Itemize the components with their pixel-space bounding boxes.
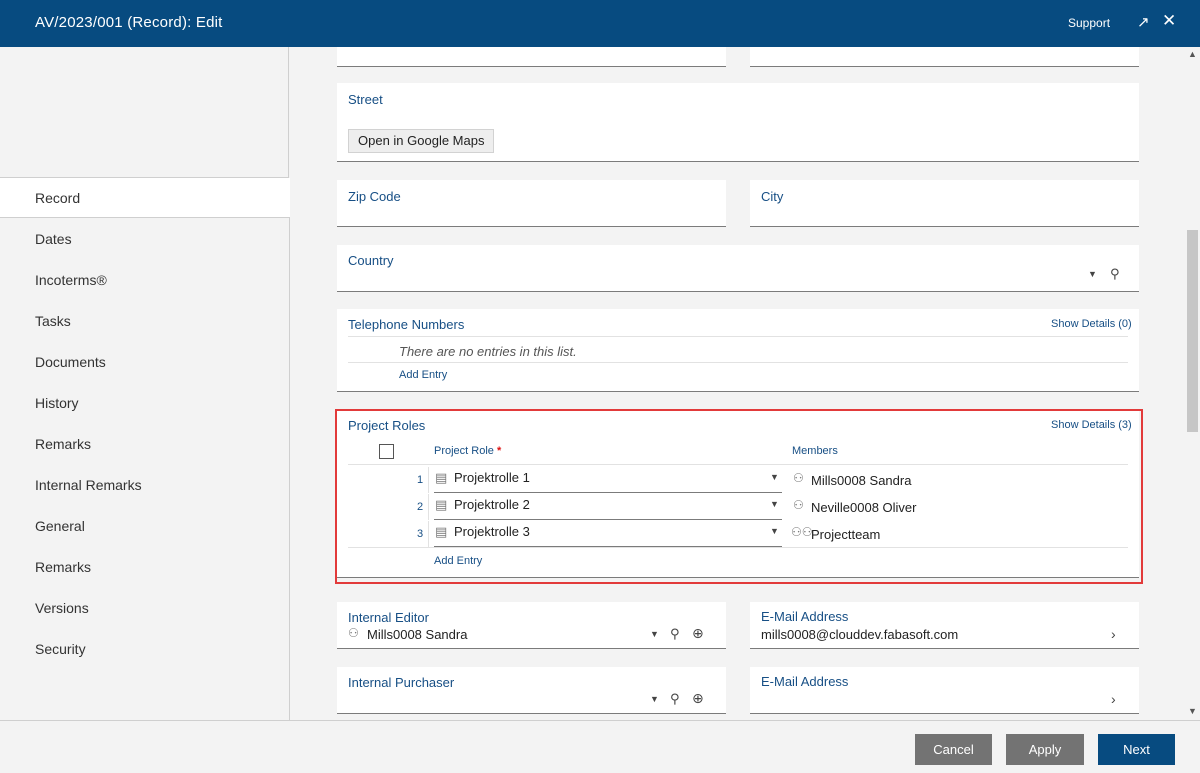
scrollbar[interactable]: ▲ ▼ (1185, 47, 1200, 720)
cancel-button[interactable]: Cancel (915, 734, 992, 765)
internal-editor-value[interactable]: Mills0008 Sandra (367, 627, 467, 642)
editor-email-label: E-Mail Address (761, 609, 849, 624)
purchaser-email-field[interactable]: E-Mail Address › (750, 667, 1139, 714)
close-icon[interactable]: ✕ (1162, 11, 1176, 31)
support-link[interactable]: Support (1068, 16, 1110, 30)
next-button[interactable]: Next (1098, 734, 1175, 765)
editor-email-value[interactable]: mills0008@clouddev.fabasoft.com (761, 627, 958, 642)
telephone-add-entry-link[interactable]: Add Entry (399, 369, 447, 381)
sidebar-top-panel (0, 47, 289, 178)
city-label: City (761, 189, 784, 204)
add-icon[interactable]: ⊕ (692, 625, 704, 642)
chevron-right-icon[interactable]: › (1111, 691, 1116, 707)
open-google-maps-button[interactable]: Open in Google Maps (348, 129, 495, 153)
city-field[interactable]: City (750, 180, 1139, 227)
internal-purchaser-label: Internal Purchaser (348, 675, 455, 690)
telephone-show-details-link[interactable]: Show Details (0) (1051, 318, 1132, 330)
zip-code-field[interactable]: Zip Code (337, 180, 726, 227)
purchaser-email-label: E-Mail Address (761, 674, 849, 689)
sidebar-item-remarks-2[interactable]: Remarks (35, 559, 91, 575)
internal-editor-label: Internal Editor (348, 610, 429, 625)
street-label: Street (348, 92, 383, 107)
telephone-numbers-label: Telephone Numbers (348, 317, 465, 332)
sidebar-item-tasks[interactable]: Tasks (35, 313, 71, 329)
add-icon[interactable]: ⊕ (692, 690, 704, 707)
editor-email-field[interactable]: E-Mail Address mills0008@clouddev.fabaso… (750, 602, 1139, 649)
search-icon[interactable]: ⚲ (670, 626, 680, 642)
scrollbar-thumb[interactable] (1187, 230, 1198, 432)
sidebar-item-internal-remarks[interactable]: Internal Remarks (35, 477, 142, 493)
country-label: Country (348, 253, 394, 268)
person-icon: ⚇ (348, 626, 359, 640)
sidebar-item-dates[interactable]: Dates (35, 231, 72, 247)
sidebar-item-security[interactable]: Security (35, 641, 86, 657)
country-field[interactable]: Country ▼ ⚲ (337, 245, 1139, 292)
zip-code-label: Zip Code (348, 189, 401, 204)
sidebar-item-general[interactable]: General (35, 518, 85, 534)
sidebar-item-incoterms[interactable]: Incoterms® (35, 272, 107, 288)
apply-button[interactable]: Apply (1006, 734, 1084, 765)
street-field: Street Open in Google Maps (337, 83, 1139, 162)
sidebar-item-history[interactable]: History (35, 395, 79, 411)
internal-editor-field[interactable]: Internal Editor ⚇ Mills0008 Sandra ▼ ⚲ ⊕ (337, 602, 726, 649)
sidebar-item-documents[interactable]: Documents (35, 354, 106, 370)
search-icon[interactable]: ⚲ (670, 691, 680, 707)
window-title: AV/2023/001 (Record): Edit (35, 14, 223, 31)
dropdown-arrow-icon[interactable]: ▼ (1088, 269, 1097, 279)
internal-purchaser-field[interactable]: Internal Purchaser ▼ ⚲ ⊕ (337, 667, 726, 714)
expand-icon[interactable]: ↗ (1137, 13, 1150, 31)
chevron-right-icon[interactable]: › (1111, 626, 1116, 642)
field-top-right[interactable] (750, 47, 1139, 67)
dialog-footer: Cancel Apply Next (0, 720, 1200, 773)
form-area: Street Open in Google Maps Zip Code City… (290, 47, 1185, 720)
field-top-left[interactable] (337, 47, 726, 67)
highlight-frame (335, 409, 1143, 584)
sidebar-item-versions[interactable]: Versions (35, 600, 89, 616)
window-header: AV/2023/001 (Record): Edit Support ↗ ✕ (0, 0, 1200, 47)
scroll-up-icon[interactable]: ▲ (1188, 49, 1197, 59)
scroll-down-icon[interactable]: ▼ (1188, 706, 1197, 716)
telephone-empty-text: There are no entries in this list. (399, 344, 577, 359)
dropdown-arrow-icon[interactable]: ▼ (650, 629, 659, 639)
sidebar-item-remarks[interactable]: Remarks (35, 436, 91, 452)
sidebar: Record Dates Incoterms® Tasks Documents … (0, 47, 290, 720)
search-icon[interactable]: ⚲ (1110, 266, 1120, 282)
sidebar-item-record[interactable]: Record (35, 190, 80, 206)
telephone-numbers-list: Telephone Numbers Show Details (0) There… (337, 309, 1139, 392)
dropdown-arrow-icon[interactable]: ▼ (650, 694, 659, 704)
